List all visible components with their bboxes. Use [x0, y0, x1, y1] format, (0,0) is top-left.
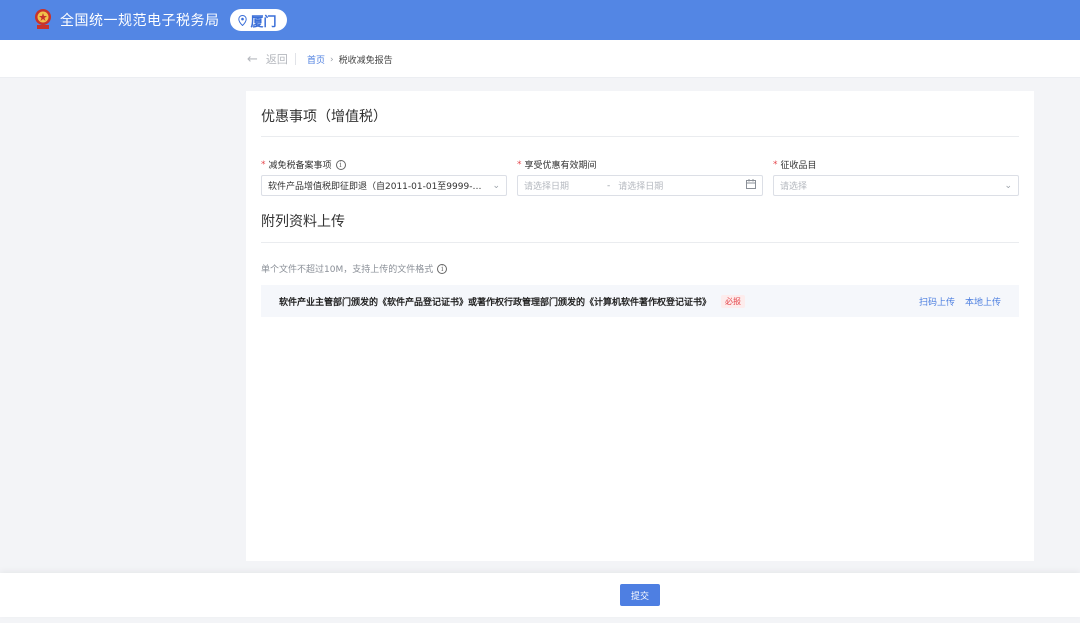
- levy-item-label-text: 征收品目: [780, 161, 817, 171]
- chevron-down-icon: ⌄: [492, 180, 500, 191]
- section-title-preferential: 优惠事项（增值税）: [261, 109, 387, 125]
- attachment-name: 软件产业主管部门颁发的《软件产品登记证书》或著作权行政管理部门颁发的《计算机软件…: [279, 297, 712, 308]
- footer-bar: 提交: [0, 573, 1080, 617]
- valid-period-label-text: 享受优惠有效期间: [524, 161, 597, 171]
- site-title[interactable]: 全国统一规范电子税务局: [60, 10, 220, 30]
- end-date-input[interactable]: 请选择日期: [618, 179, 663, 192]
- info-icon[interactable]: i: [437, 263, 448, 274]
- levy-item-placeholder: 请选择: [780, 182, 808, 192]
- upload-hint-text: 单个文件不超过10M，支持上传的文件格式: [261, 265, 434, 275]
- back-label: 返回: [265, 53, 288, 66]
- location-pin-icon: [237, 14, 247, 26]
- filing-item-label: * 减免税备案事项 i: [261, 158, 346, 171]
- filing-item-value: 软件产品增值税即征即退（自2011-01-01至9999-…: [268, 182, 482, 192]
- city-selector[interactable]: 厦门: [229, 9, 287, 31]
- back-button[interactable]: ← 返回: [247, 51, 288, 67]
- required-badge: 必报: [721, 294, 746, 308]
- section-divider: [261, 242, 1019, 243]
- date-range-separator: -: [607, 180, 611, 191]
- filing-item-select[interactable]: 软件产品增值税即征即退（自2011-01-01至9999-… ⌄: [261, 175, 507, 196]
- upload-hint: 单个文件不超过10M，支持上传的文件格式 i: [261, 262, 448, 275]
- required-mark: *: [773, 159, 778, 170]
- levy-item-select[interactable]: 请选择 ⌄: [773, 175, 1019, 196]
- breadcrumb-home-link[interactable]: 首页: [307, 53, 325, 66]
- city-name: 厦门: [250, 14, 277, 30]
- breadcrumb-bar: ← 返回 首页 › 税收减免报告: [0, 40, 1080, 78]
- info-icon[interactable]: i: [335, 159, 346, 170]
- section-divider: [261, 136, 1019, 137]
- attachment-row: 软件产业主管部门颁发的《软件产品登记证书》或著作权行政管理部门颁发的《计算机软件…: [261, 285, 1019, 317]
- breadcrumb-separator: ›: [330, 54, 334, 65]
- start-date-input[interactable]: 请选择日期: [524, 179, 569, 192]
- local-upload-link[interactable]: 本地上传: [965, 295, 1001, 308]
- breadcrumb-divider: [295, 53, 296, 65]
- section-title-attachments: 附列资料上传: [261, 214, 345, 230]
- calendar-icon: [746, 179, 756, 192]
- valid-period-label: * 享受优惠有效期间: [517, 158, 597, 172]
- levy-item-label: * 征收品目: [773, 158, 817, 172]
- breadcrumb: 首页 › 税收减免报告: [307, 53, 393, 67]
- required-mark: *: [517, 159, 522, 170]
- chevron-down-icon: ⌄: [1004, 180, 1012, 191]
- top-bar: 全国统一规范电子税务局 厦门: [0, 0, 1080, 40]
- tax-emblem-logo: [32, 8, 54, 32]
- submit-button[interactable]: 提交: [620, 584, 660, 606]
- form-card: 优惠事项（增值税） * 减免税备案事项 i 软件产品增值税即征即退（自2011-…: [246, 91, 1034, 561]
- required-mark: *: [261, 159, 266, 170]
- attachment-actions: 扫码上传 本地上传: [919, 295, 1001, 308]
- scan-upload-link[interactable]: 扫码上传: [919, 295, 955, 308]
- valid-period-date-range[interactable]: 请选择日期 - 请选择日期: [517, 175, 763, 196]
- breadcrumb-current: 税收减免报告: [338, 56, 393, 66]
- filing-item-label-text: 减免税备案事项: [268, 161, 332, 171]
- back-arrow-icon: ←: [247, 51, 258, 67]
